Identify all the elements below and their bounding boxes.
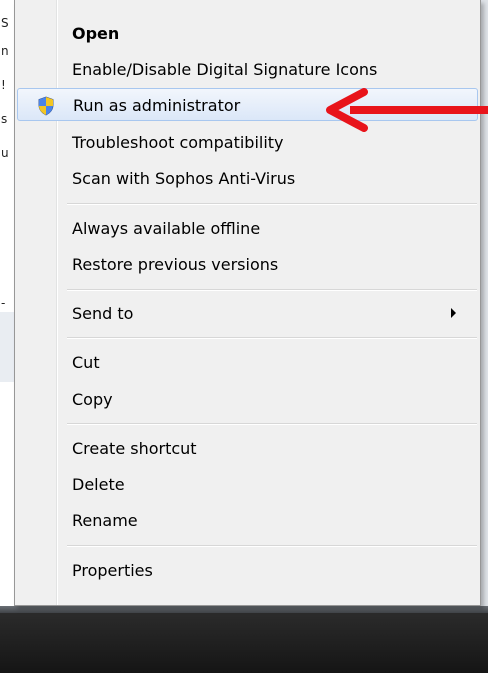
background-text-fragment: S [1, 16, 9, 30]
menu-separator [67, 423, 477, 425]
submenu-arrow-icon [451, 308, 456, 318]
menu-item-label: Delete [72, 475, 125, 494]
menu-separator [67, 545, 477, 547]
menu-item-digital-signature-icons[interactable]: Enable/Disable Digital Signature Icons [17, 53, 478, 86]
menu-item-label: Properties [72, 561, 153, 580]
menu-item-cut[interactable]: Cut [17, 346, 478, 379]
menu-item-label: Troubleshoot compatibility [72, 133, 284, 152]
menu-item-label: Run as administrator [73, 96, 241, 115]
menu-item-scan-sophos[interactable]: Scan with Sophos Anti-Virus [17, 162, 478, 195]
background-text-fragment: - [1, 296, 6, 310]
background-text-fragment: s [1, 112, 8, 126]
background-panel [0, 312, 14, 382]
menu-item-restore-previous-versions[interactable]: Restore previous versions [17, 248, 478, 281]
menu-separator [67, 337, 477, 339]
menu-item-create-shortcut[interactable]: Create shortcut [17, 432, 478, 465]
background-panel [0, 388, 14, 606]
menu-item-label: Enable/Disable Digital Signature Icons [72, 60, 378, 79]
menu-item-label: Always available offline [72, 219, 261, 238]
menu-separator [67, 289, 477, 291]
taskbar[interactable] [0, 613, 488, 673]
menu-item-label: Scan with Sophos Anti-Virus [72, 169, 296, 188]
menu-item-delete[interactable]: Delete [17, 468, 478, 501]
menu-item-label: Cut [72, 353, 100, 372]
background-text-fragment: ! [1, 78, 6, 92]
menu-item-properties[interactable]: Properties [17, 554, 478, 587]
menu-item-open[interactable]: Open [17, 17, 478, 50]
menu-item-label: Open [72, 24, 120, 43]
menu-item-label: Copy [72, 390, 113, 409]
background-text-fragment: u [1, 146, 9, 160]
uac-shield-icon [38, 96, 54, 116]
menu-item-copy[interactable]: Copy [17, 383, 478, 416]
menu-item-always-available-offline[interactable]: Always available offline [17, 212, 478, 245]
menu-separator [67, 203, 477, 205]
red-arrow-icon [326, 88, 488, 132]
menu-item-label: Restore previous versions [72, 255, 279, 274]
menu-item-send-to[interactable]: Send to [17, 297, 478, 330]
menu-item-label: Send to [72, 304, 134, 323]
menu-item-label: Create shortcut [72, 439, 197, 458]
menu-item-label: Rename [72, 511, 138, 530]
menu-item-rename[interactable]: Rename [17, 504, 478, 537]
background-text-fragment: n [1, 44, 9, 58]
